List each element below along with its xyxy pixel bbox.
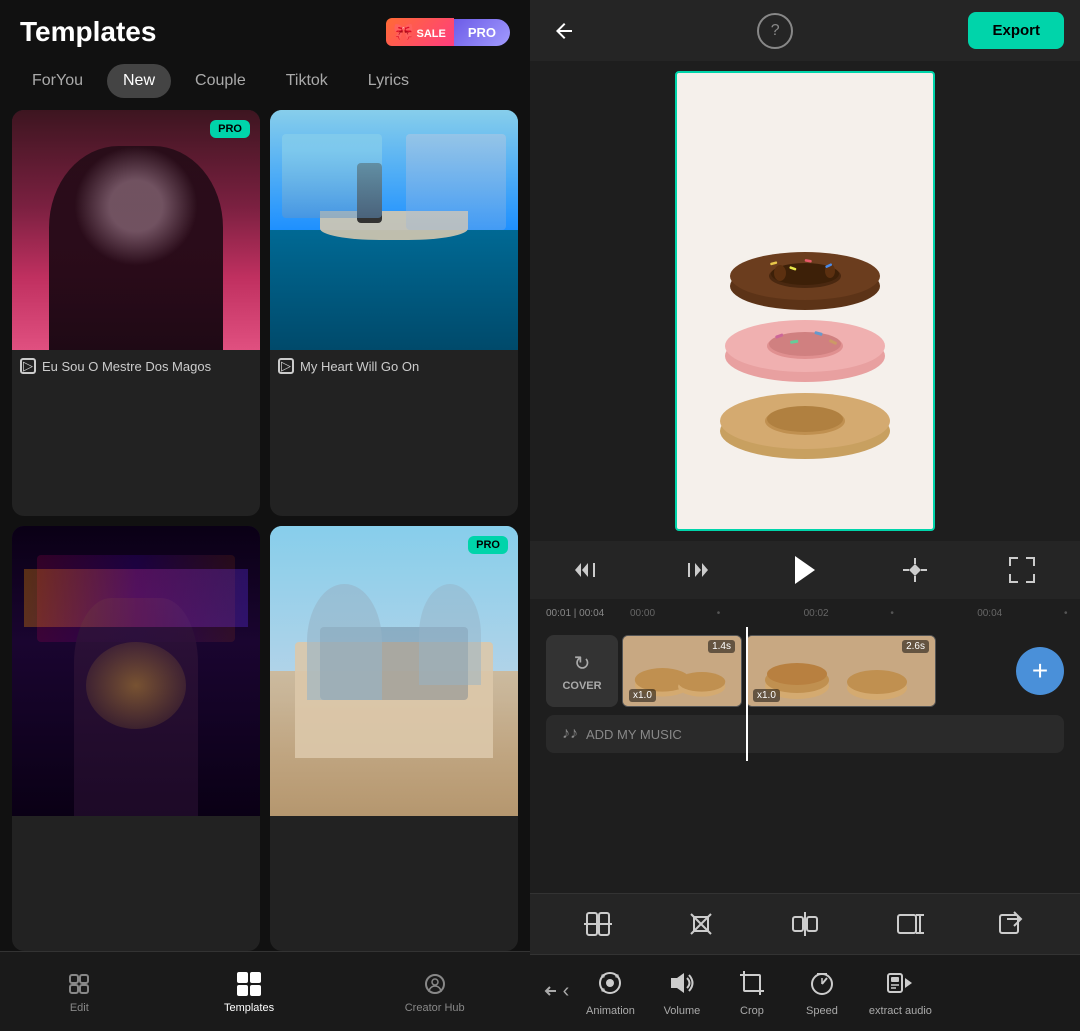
nav-label-edit: Edit <box>70 1002 89 1014</box>
clip1-duration: 1.4s <box>708 640 735 653</box>
timeline-area: 00:01 | 00:04 00:00 00:02 00:04 • • • ↻ … <box>530 599 1080 893</box>
add-clip-button[interactable]: + <box>1016 647 1064 695</box>
timeline-tracks: ↻ COVER <box>530 627 1080 761</box>
split-tool-button[interactable] <box>576 902 620 946</box>
ruler-time-2: 00:04 <box>977 608 1002 619</box>
trim-end-button[interactable] <box>887 902 931 946</box>
animation-label: Animation <box>586 1005 635 1017</box>
edit-icon <box>65 970 93 998</box>
rewind-button[interactable] <box>570 552 606 588</box>
animation-tool[interactable]: Animation <box>574 959 647 1023</box>
clip1-speed: x1.0 <box>629 689 656 702</box>
video-icon-2: ▷ <box>278 358 294 374</box>
extract-audio-icon <box>882 965 918 1001</box>
templates-grid: PRO ▷ Eu Sou O Mestre Dos Magos ▷ My Hea… <box>0 110 530 1031</box>
tabs-bar: ForYou New Couple Tiktok Lyrics <box>0 56 530 110</box>
crop-tool[interactable]: Crop <box>717 959 787 1023</box>
ruler-time-1: 00:02 <box>804 608 829 619</box>
editor-back-button[interactable]: ‹ <box>538 973 574 1009</box>
cover-thumbnail[interactable]: ↻ COVER <box>546 635 618 707</box>
extract-audio-tool[interactable]: extract audio <box>857 959 944 1023</box>
nav-item-edit[interactable]: Edit <box>45 962 113 1022</box>
tab-lyrics[interactable]: Lyrics <box>352 64 425 98</box>
editor-bottom-nav: ‹ Animation <box>530 954 1080 1031</box>
volume-label: Volume <box>664 1005 701 1017</box>
extract-audio-label: extract audio <box>869 1005 932 1017</box>
crop-label: Crop <box>740 1005 764 1017</box>
current-time: 00:01 | 00:04 <box>546 608 604 619</box>
nav-label-creator-hub: Creator Hub <box>405 1002 465 1014</box>
video-track: 1.4s x1.0 <box>622 635 1012 707</box>
creator-hub-icon <box>421 970 449 998</box>
speed-label: Speed <box>806 1005 838 1017</box>
card-label-2: ▷ My Heart Will Go On <box>270 350 518 380</box>
template-card-2[interactable]: ▷ My Heart Will Go On <box>270 110 518 516</box>
animation-icon <box>592 965 628 1001</box>
speed-tool[interactable]: Speed <box>787 959 857 1023</box>
fullscreen-button[interactable] <box>1004 552 1040 588</box>
speed-icon <box>804 965 840 1001</box>
video-clip-1[interactable]: 1.4s x1.0 <box>622 635 742 707</box>
back-button[interactable] <box>546 13 582 49</box>
video-track-row: ↻ COVER <box>546 635 1064 707</box>
nav-item-templates[interactable]: Templates <box>204 962 294 1022</box>
cover-label: COVER <box>562 680 601 692</box>
music-note-icon: ♪♪ <box>562 725 578 743</box>
music-track[interactable]: ♪♪ ADD MY MUSIC <box>546 715 1064 753</box>
templates-icon <box>235 970 263 998</box>
trim-tool-button[interactable] <box>679 902 723 946</box>
pro-badge-1: PRO <box>210 120 250 138</box>
add-music-label: ADD MY MUSIC <box>586 727 682 742</box>
play-button[interactable] <box>784 549 826 591</box>
redo-button[interactable] <box>677 552 713 588</box>
export-button[interactable]: Export <box>968 12 1064 49</box>
preview-canvas <box>675 71 935 531</box>
nav-label-templates: Templates <box>224 1002 274 1014</box>
template-card-3[interactable] <box>12 526 260 952</box>
video-icon-1: ▷ <box>20 358 36 374</box>
pro-tag[interactable]: PRO <box>454 19 510 46</box>
tab-new[interactable]: New <box>107 64 171 98</box>
sale-badge: 🎀 SALE PRO <box>386 18 511 46</box>
share-tool-button[interactable] <box>990 902 1034 946</box>
ruler-time-0: 00:00 <box>630 608 655 619</box>
playhead <box>746 627 748 761</box>
clip2-duration: 2.6s <box>902 640 929 653</box>
crop-icon <box>734 965 770 1001</box>
right-header: ? Export <box>530 0 1080 61</box>
sale-tag[interactable]: 🎀 SALE <box>386 18 454 46</box>
donut-preview <box>695 111 915 491</box>
page-title: Templates <box>20 16 156 48</box>
help-button[interactable]: ? <box>757 13 793 49</box>
refresh-icon: ↻ <box>574 651 591 676</box>
magic-button[interactable] <box>897 552 933 588</box>
nav-item-creator-hub[interactable]: Creator Hub <box>385 962 485 1022</box>
left-panel: Templates 🎀 SALE PRO ForYou New Couple T… <box>0 0 530 1031</box>
timeline-ruler: 00:01 | 00:04 00:00 00:02 00:04 • • • <box>530 599 1080 627</box>
video-clip-2[interactable]: 2.6s x1.0 <box>746 635 936 707</box>
template-card-4[interactable]: PRO <box>270 526 518 952</box>
tab-foryou[interactable]: ForYou <box>16 64 99 98</box>
clip2-speed: x1.0 <box>753 689 780 702</box>
pro-badge-4: PRO <box>468 536 508 554</box>
edit-tools-row <box>530 893 1080 954</box>
tab-couple[interactable]: Couple <box>179 64 262 98</box>
split-audio-button[interactable] <box>783 902 827 946</box>
left-header: Templates 🎀 SALE PRO <box>0 0 530 56</box>
card-label-1: ▷ Eu Sou O Mestre Dos Magos <box>12 350 260 380</box>
template-card-1[interactable]: PRO ▷ Eu Sou O Mestre Dos Magos <box>12 110 260 516</box>
playback-controls <box>530 541 1080 599</box>
volume-tool[interactable]: Volume <box>647 959 717 1023</box>
right-panel: ? Export <box>530 0 1080 1031</box>
preview-area <box>530 61 1080 541</box>
bottom-nav: Edit Templates Creator Hub <box>0 951 530 1031</box>
tab-tiktok[interactable]: Tiktok <box>270 64 344 98</box>
volume-icon <box>664 965 700 1001</box>
